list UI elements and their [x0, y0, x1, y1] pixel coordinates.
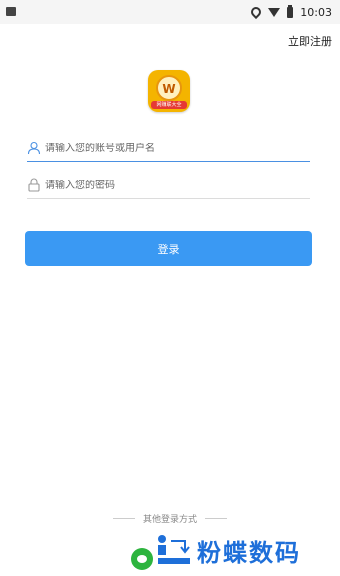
notification-icon	[6, 7, 16, 16]
status-bar: 10:03	[0, 0, 340, 24]
username-input[interactable]	[45, 142, 310, 154]
username-field[interactable]	[27, 135, 310, 162]
clock: 10:03	[300, 5, 332, 19]
app-logo: W 网赚联大全	[148, 70, 190, 112]
password-input[interactable]	[45, 179, 310, 191]
logo-lettermark: W	[162, 82, 176, 96]
logo-banner: 网赚联大全	[151, 101, 187, 109]
status-icons: 10:03	[249, 4, 332, 20]
password-field[interactable]	[27, 172, 310, 199]
other-login-label: 其他登录方式	[142, 515, 197, 525]
divider-right	[205, 518, 227, 519]
watermark: 粉蝶数码	[155, 533, 301, 567]
login-button[interactable]: 登录	[25, 231, 312, 266]
user-icon	[27, 141, 41, 155]
divider-left	[112, 518, 135, 519]
watermark-logo-icon	[158, 535, 190, 564]
watermark-text: 粉蝶数码	[197, 538, 301, 567]
other-login-section: 其他登录方式	[0, 512, 340, 525]
location-icon	[249, 4, 264, 20]
wechat-login-icon[interactable]	[131, 548, 153, 570]
wifi-icon	[268, 7, 281, 17]
register-link[interactable]: 立即注册	[288, 33, 332, 49]
logo-ring: W	[156, 75, 182, 101]
lock-icon	[28, 178, 40, 192]
battery-icon	[287, 4, 294, 18]
